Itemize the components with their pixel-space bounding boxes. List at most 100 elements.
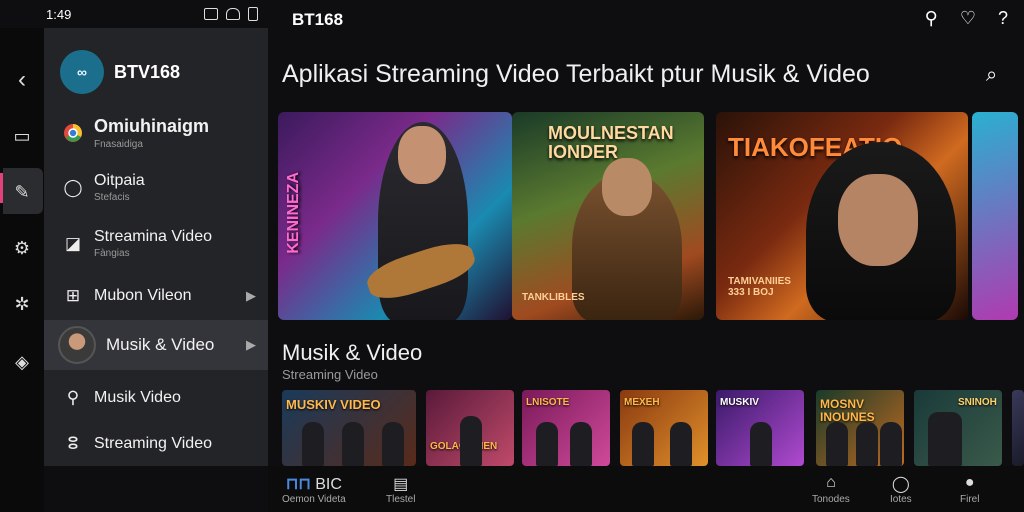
drawer-item-label: Streaming Video	[94, 435, 212, 452]
thumb-card-3[interactable]: LNISOTE	[522, 390, 610, 466]
search-person-icon[interactable]: ⚲	[925, 8, 938, 29]
thumb-card-4[interactable]: MEXEH	[620, 390, 708, 466]
hero-card-caption: TAMIVANIIES 333 I BOJ	[728, 276, 791, 298]
user-icon: ●	[964, 474, 975, 491]
drawer-item-streamina-video[interactable]: ◪ Streamina Video Fàngias	[44, 228, 268, 259]
drawer-item-label: Musik & Video	[106, 335, 215, 354]
video-icon: ◪	[64, 233, 82, 253]
bottom-nav-label: Iotes	[890, 494, 912, 505]
hero-card-3[interactable]: TIAKOFEATIO TAMIVANIIES 333 I BOJ	[716, 112, 968, 320]
heart-icon[interactable]: ♡	[960, 8, 976, 29]
drawer-item-label: Mubon Vileon	[94, 287, 192, 304]
wifi-icon	[226, 8, 240, 20]
drawer-item-sub: Fàngias	[94, 248, 130, 259]
chevron-right-icon: ▶	[246, 337, 256, 352]
drawer-item-musik-video-2[interactable]: ⚲ Musik Video	[44, 386, 268, 410]
thumb-figure-image	[302, 422, 324, 466]
bottom-nav-item-firel[interactable]: ● Firel	[960, 474, 979, 505]
tablet-icon[interactable]: ▭	[10, 124, 34, 148]
thumb-figure-image	[536, 422, 558, 466]
rail-active-indicator	[0, 173, 3, 203]
status-bar: 1:49	[0, 0, 270, 28]
bottom-nav-item-tlestel[interactable]: ▤ Tlestel	[386, 474, 415, 505]
thumb-figure-image	[460, 416, 482, 466]
brand[interactable]: ∞ BTV168	[60, 50, 180, 94]
gear-icon[interactable]: ✲	[10, 292, 34, 316]
drawer-item-omiuhinaigm[interactable]: Omiuhinaigm Fnasaidiga	[44, 116, 268, 150]
status-time: 1:49	[46, 6, 72, 22]
chrome-icon	[62, 122, 84, 144]
bottom-nav-label: Oemon Videta	[282, 494, 346, 505]
brand-name: BTV168	[114, 61, 181, 82]
brand-logo-icon: ∞	[60, 50, 104, 94]
bottom-nav-item-oemon-videta[interactable]: ⊓⊓ BIC Oemon Videta	[282, 474, 346, 505]
section-title: Musik & Video	[282, 340, 423, 365]
search-icon[interactable]: ⌕	[986, 64, 997, 87]
thumb-figure-image	[342, 422, 364, 466]
film-icon: ⊓⊓ BIC	[285, 476, 342, 493]
avatar	[58, 326, 96, 364]
thumb-title: LNISOTE	[526, 397, 570, 408]
bottom-nav-label: Tonodes	[812, 494, 850, 505]
list-icon: ▤	[393, 476, 409, 493]
loop-icon: ⵓ	[67, 434, 79, 453]
hero-face-image	[602, 158, 652, 216]
thumb-title: MEXEH	[624, 397, 660, 408]
hero-card-1[interactable]: KENINEZA	[278, 112, 512, 320]
drawer-item-label: Oitpaia	[94, 172, 145, 189]
help-icon[interactable]: ?	[998, 8, 1008, 29]
hero-card-title: MOULNESTAN IONDER	[548, 123, 674, 162]
thumb-figure-image	[670, 422, 692, 466]
thumb-figure-image	[880, 422, 902, 466]
thumb-figure-image	[928, 412, 962, 466]
notification-icon	[204, 8, 218, 20]
drawer-item-label: Streamina Video	[94, 228, 212, 245]
bottom-nav-item-iotes[interactable]: ◯ Iotes	[890, 474, 912, 505]
drawer-item-streaming-video[interactable]: ⵓ Streaming Video	[44, 432, 268, 456]
drawer-item-sub: Fnasaidiga	[94, 139, 143, 150]
cube-icon[interactable]: ◈	[10, 350, 34, 374]
bottom-nav-extra: BIC	[315, 476, 342, 493]
battery-icon	[248, 7, 258, 21]
drawer-item-musik-video[interactable]: Musik & Video ▶	[44, 320, 268, 370]
thumb-figure-image	[750, 422, 772, 466]
thumb-card-1[interactable]: MUSKIV VIDEO	[282, 390, 416, 466]
bottom-nav-item-tonodes[interactable]: ⌂ Tonodes	[812, 474, 850, 505]
store-icon: ⌂	[826, 474, 836, 491]
hero-face-image	[398, 126, 446, 184]
grid-icon: ⊞	[65, 286, 81, 305]
drawer-item-label: Omiuhinaigm	[94, 116, 210, 136]
bottom-nav-label: Tlestel	[386, 494, 416, 505]
thumb-figure-image	[570, 422, 592, 466]
thumb-figure-image	[632, 422, 654, 466]
drawer-item-label: Musik Video	[94, 389, 181, 406]
thumb-card-7[interactable]: SNINOH	[914, 390, 1002, 466]
chat-icon: ◯	[63, 177, 83, 197]
hero-face-image	[838, 174, 918, 266]
thumb-title: SNINOH	[958, 397, 997, 408]
pin-icon: ⚲	[66, 388, 80, 407]
thumb-title: MUSKIV	[720, 397, 759, 408]
navigation-drawer: ∞ BTV168 Omiuhinaigm Fnasaidiga ◯ Oitpai…	[44, 28, 268, 466]
nav-rail: ‹ ▭ ✎ ⚙ ✲ ◈	[0, 28, 44, 512]
drawer-item-oitpaia[interactable]: ◯ Oitpaia Stefacis	[44, 172, 268, 203]
thumb-card-2[interactable]: GOLAOIENEN	[426, 390, 514, 466]
chat-bubble-icon: ◯	[891, 476, 910, 493]
hero-card-4-partial[interactable]	[972, 112, 1018, 320]
settings-icon[interactable]: ⚙	[10, 236, 34, 260]
thumb-card-8-partial[interactable]	[1012, 390, 1024, 466]
hero-card-2[interactable]: MOULNESTAN IONDER TANKLIBLES	[512, 112, 704, 320]
back-icon[interactable]: ‹	[10, 66, 34, 93]
drawer-item-sub: Stefacis	[94, 192, 130, 203]
thumb-figure-image	[826, 422, 848, 466]
thumb-title: MUSKIV VIDEO	[286, 397, 381, 412]
edit-icon[interactable]: ✎	[10, 180, 34, 204]
thumb-figure-image	[382, 422, 404, 466]
thumb-card-5[interactable]: MUSKIV	[716, 390, 804, 466]
chevron-right-icon: ▶	[246, 288, 256, 303]
hero-card-title: KENINEZA	[285, 172, 302, 254]
thumb-card-6[interactable]: MOSNV INOUNES	[816, 390, 904, 466]
bottom-nav-label: Firel	[960, 494, 980, 505]
drawer-item-mubon-vileon[interactable]: ⊞ Mubon Vileon ▶	[44, 284, 268, 308]
thumb-figure-image	[856, 422, 878, 466]
